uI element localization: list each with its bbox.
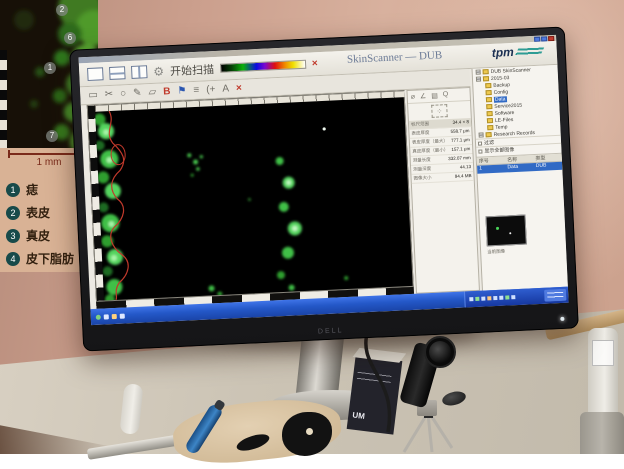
- folder-icon: [487, 118, 493, 123]
- quick-launch-icon[interactable]: [112, 313, 117, 318]
- preview-thumbnail[interactable]: [485, 215, 526, 247]
- screen: ⚙ 开始扫描 × SkinScanner — DUB tpm ▭ ✂ ○ ✎ ▱…: [79, 35, 569, 325]
- pen-icon[interactable]: ✎: [133, 88, 142, 98]
- measure-row: 图像大小94.4 MB: [411, 172, 473, 184]
- logo-text: tpm: [491, 45, 514, 60]
- magnifier-icon[interactable]: Q: [443, 91, 449, 99]
- tpm-logo: tpm: [491, 44, 543, 60]
- thumbnail-caption: 当前图像: [487, 246, 561, 255]
- layout-horizontal-split-icon[interactable]: [109, 66, 126, 80]
- delete-icon[interactable]: ×: [236, 83, 242, 93]
- folder-icon: [486, 104, 492, 109]
- quick-launch-icon[interactable]: [96, 314, 101, 319]
- quick-launch-icons[interactable]: [96, 313, 125, 319]
- measurement-panel: ⌀ ∠ ▤ Q ⁘ 标尺范围34.4 × 8 表皮厚度558.7 μm 表皮厚度…: [406, 87, 480, 294]
- layout-single-icon[interactable]: [87, 67, 104, 81]
- roi-tool-box[interactable]: ⁘: [431, 104, 448, 118]
- logo-swoosh-icon: [514, 45, 545, 56]
- flag-icon[interactable]: ⚑: [177, 86, 186, 96]
- fluorescence-canvas[interactable]: [95, 97, 414, 300]
- folder-icon: [487, 125, 493, 130]
- start-scan-button[interactable]: 开始扫描: [170, 61, 215, 79]
- folder-icon: [486, 97, 492, 102]
- layers-icon[interactable]: ≡: [193, 85, 199, 95]
- bold-marker-icon[interactable]: B: [163, 87, 171, 97]
- image-viewer[interactable]: [87, 90, 414, 302]
- lasso-icon[interactable]: ✂: [105, 89, 114, 99]
- caliper-icon[interactable]: ⌀: [411, 93, 416, 101]
- zoom-icon[interactable]: ○: [120, 89, 127, 99]
- monitor: DELL ⚙ 开始扫描 × SkinScanner — DUB: [69, 26, 579, 351]
- new-page-icon[interactable]: ▭: [88, 90, 98, 100]
- mat-artwork: [306, 428, 313, 435]
- grid-icon[interactable]: ▤: [431, 92, 438, 100]
- folder-icon: [485, 83, 491, 88]
- layout-vertical-split-icon[interactable]: [131, 65, 148, 79]
- quick-launch-icon[interactable]: [104, 314, 109, 319]
- folder-icon: [486, 90, 492, 95]
- stamp-icon[interactable]: ▱: [148, 87, 156, 97]
- file-tree-panel: DUB SkinScanner 2015-03 Backup Config Da…: [472, 65, 568, 291]
- checkbox[interactable]: [478, 149, 482, 153]
- results-table: 序号名称类型 1DataDUB: [477, 153, 563, 174]
- taskbar-clock[interactable]: [544, 289, 567, 302]
- bracket-tool-icon[interactable]: (+: [206, 85, 216, 95]
- text-tool-icon[interactable]: A: [222, 84, 229, 94]
- folder-icon: [486, 132, 492, 137]
- folder-icon: [483, 69, 489, 74]
- scanner-camera-lens: [424, 336, 456, 368]
- angle-icon[interactable]: ∠: [420, 92, 427, 100]
- stop-icon[interactable]: ×: [312, 58, 318, 69]
- palette-gradient-bar[interactable]: [220, 60, 306, 73]
- folder-icon: [483, 76, 489, 81]
- folder-icon: [487, 111, 493, 116]
- checkbox[interactable]: [478, 141, 482, 145]
- photo-scene: 2 6 1 7 1 mm 1 痣 2 表皮 3 真皮 4 皮下脂肪: [0, 0, 624, 454]
- quick-launch-icon[interactable]: [120, 313, 125, 318]
- system-tray[interactable]: [464, 287, 569, 308]
- gear-icon[interactable]: ⚙: [153, 65, 164, 77]
